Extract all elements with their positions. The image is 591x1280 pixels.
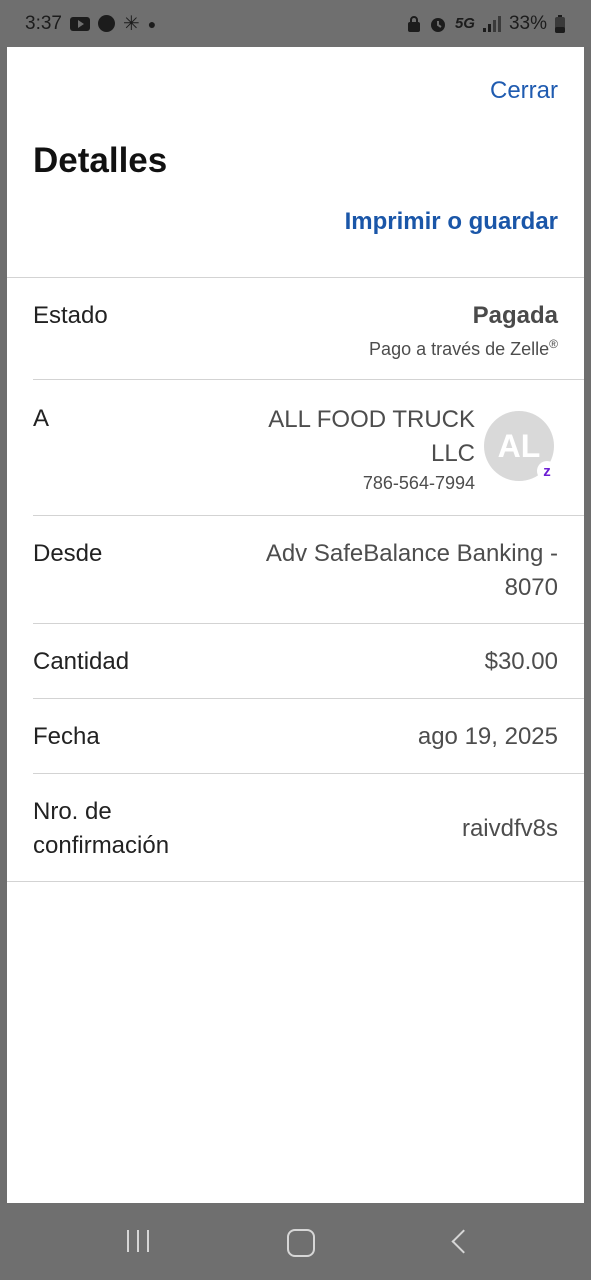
divider xyxy=(33,379,584,380)
date-label: Fecha xyxy=(33,723,100,750)
print-or-save-button[interactable]: Imprimir o guardar xyxy=(345,208,558,236)
recents-icon xyxy=(137,1230,139,1252)
battery-icon xyxy=(555,14,565,33)
divider xyxy=(33,623,584,624)
alarm-icon xyxy=(429,15,447,33)
recents-icon xyxy=(127,1230,129,1252)
from-label: Desde xyxy=(33,540,103,567)
home-button[interactable] xyxy=(279,1227,319,1257)
lock-icon xyxy=(407,15,421,33)
youtube-icon xyxy=(69,16,90,31)
frame-edge-right xyxy=(584,0,591,1280)
page-title: Detalles xyxy=(33,141,168,180)
recents-button[interactable] xyxy=(118,1227,158,1257)
battery-level: 33% xyxy=(508,12,547,34)
divider xyxy=(33,698,584,699)
from-account: Adv SafeBalance Banking - 8070 xyxy=(265,540,558,601)
close-button[interactable]: Cerrar xyxy=(490,77,558,105)
confirmation-label: Nro. de confirmación xyxy=(33,798,170,859)
status-bar: 3:37 ✳ ● 5G 33% xyxy=(0,0,591,47)
date-value: ago 19, 2025 xyxy=(417,723,558,750)
status-label: Estado xyxy=(33,302,108,329)
walmart-icon: ✳ xyxy=(122,12,140,35)
network-type: 5G xyxy=(454,15,475,32)
confirmation-value: raivdfv8s xyxy=(461,815,558,842)
divider xyxy=(33,515,584,516)
status-bar-left: 3:37 ✳ ● xyxy=(25,13,156,35)
zelle-icon: z xyxy=(537,461,557,481)
divider xyxy=(7,277,584,278)
recipient-name: ALL FOOD TRUCK LLC xyxy=(268,406,475,467)
amount-value: $30.00 xyxy=(484,648,558,675)
registered-mark: ® xyxy=(549,337,558,351)
divider xyxy=(33,773,584,774)
frame-edge-left xyxy=(0,0,7,1280)
dot-icon: ● xyxy=(147,15,157,32)
payment-method-note: Pago a través de Zelle® xyxy=(369,337,558,360)
status-time: 3:37 xyxy=(25,12,62,34)
payment-method-text: Pago a través de Zelle xyxy=(369,339,550,359)
avatar-initials: AL xyxy=(497,427,541,464)
recipient-label: A xyxy=(33,405,50,432)
divider xyxy=(7,881,584,882)
signal-icon xyxy=(482,15,501,32)
spotify-icon xyxy=(97,15,115,32)
status-value: Pagada xyxy=(472,302,558,329)
recents-icon xyxy=(147,1230,149,1252)
system-nav-bar xyxy=(0,1203,591,1280)
details-sheet: Cerrar Detalles Imprimir o guardar Estad… xyxy=(7,47,584,1203)
status-bar-right: 5G 33% xyxy=(407,13,565,35)
recipient-phone: 786-564-7994 xyxy=(362,473,475,493)
back-button[interactable] xyxy=(441,1227,481,1257)
amount-label: Cantidad xyxy=(33,648,130,675)
